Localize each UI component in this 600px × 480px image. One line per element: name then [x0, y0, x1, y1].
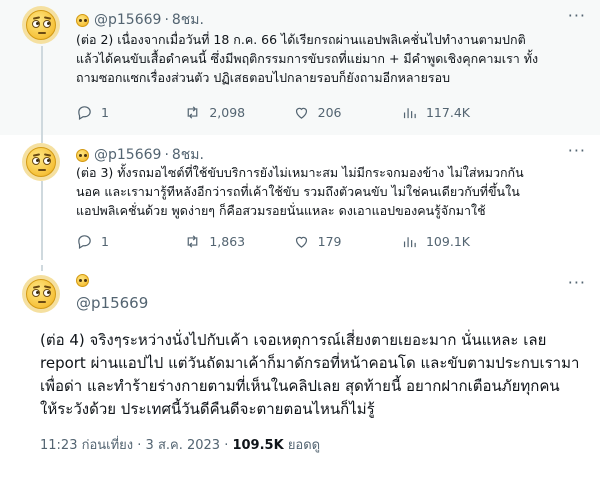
- tweet-actions: 1 1,863 179 109.1K: [76, 233, 496, 250]
- main-tweet: @p15669 ··· (ต่อ 4) จริงๆระหว่างนั่งไปกั…: [0, 265, 600, 480]
- reply-count: 1: [101, 234, 109, 249]
- worried-face-icon: [26, 10, 56, 40]
- tweet-1[interactable]: @p15669 · 8ชม. ··· (ต่อ 2) เนื่องจากเมื่…: [0, 0, 600, 135]
- tweet-text-line: report ผ่านแอปไป แต่วันถัดมาเค้าก็มาดักร…: [40, 354, 580, 372]
- view-count: 117.4K: [425, 105, 470, 120]
- worried-face-icon: [26, 279, 56, 309]
- views-label: ยอดดู: [287, 438, 321, 453]
- tweet-text-line: ถามซอกแซกเรื่องส่วนตัว ปฏิเสธตอบไปกลายรอ…: [76, 70, 451, 85]
- retweet-button[interactable]: 2,098: [184, 104, 279, 121]
- thread-line: [41, 135, 43, 143]
- view-count: 109.5K: [232, 438, 284, 453]
- thread-line: [41, 181, 43, 260]
- worried-face-icon: [26, 147, 56, 177]
- retweet-button[interactable]: 1,863: [184, 233, 279, 250]
- tweet-handle[interactable]: @p15669: [94, 147, 161, 163]
- reply-button[interactable]: 1: [76, 233, 171, 250]
- tweet-time[interactable]: 8ชม.: [172, 9, 204, 31]
- tweet-metadata: 11:23 ก่อนเที่ยง · 3 ส.ค. 2023 · 109.5K …: [40, 438, 321, 453]
- more-icon[interactable]: ···: [568, 6, 586, 25]
- display-name-emoji-icon: [76, 274, 89, 287]
- thread-line: [41, 46, 43, 135]
- tweet-time[interactable]: 11:23 ก่อนเที่ยง: [40, 438, 133, 453]
- thread-line: [41, 265, 43, 271]
- tweet-text-line: แอปพลิเคชั่นด้วย พูดง่ายๆ ก็คือสวมรอยนั่…: [76, 203, 486, 218]
- tweet-date[interactable]: 3 ส.ค. 2023: [146, 438, 221, 453]
- view-count: 109.1K: [425, 234, 470, 249]
- like-count: 179: [317, 234, 342, 249]
- tweet-text-line: เพื่อด่า และทำร้ายร่างกายตามที่เห็นในคลิ…: [40, 377, 560, 395]
- avatar[interactable]: [22, 275, 60, 313]
- display-name-emoji-icon: [76, 13, 89, 27]
- display-name[interactable]: [76, 272, 94, 291]
- more-icon[interactable]: ···: [568, 273, 586, 292]
- tweet-2[interactable]: @p15669 · 8ชม. ··· (ต่อ 3) ทั้งรถมอไซต์ท…: [0, 135, 600, 260]
- tweet-handle[interactable]: @p15669: [94, 12, 161, 28]
- tweet-text-line: แล้วได้คนขับเสื้อดำคนนี้ ซึ่งมีพฤติกรรมก…: [76, 51, 539, 66]
- heart-icon: [295, 107, 307, 119]
- more-icon[interactable]: ···: [568, 141, 586, 160]
- views-chart-icon: [403, 237, 416, 248]
- retweet-icon: [187, 106, 198, 119]
- retweet-count: 1,863: [209, 234, 246, 249]
- tweet-text: (ต่อ 3) ทั้งรถมอไซต์ที่ใช้ขับบริการยังไม…: [76, 163, 586, 220]
- avatar[interactable]: [22, 6, 60, 44]
- tweet-text: (ต่อ 2) เนื่องจากเมื่อวันที่ 18 ก.ค. 66 …: [76, 30, 586, 87]
- tweet-text-line: นอค และเรามารู้ทีหลังอีกว่ารถที่เค้าใช้ข…: [76, 184, 520, 199]
- avatar[interactable]: [22, 143, 60, 181]
- tweet-actions: 1 2,098 206 117.4K: [76, 104, 496, 121]
- reply-button[interactable]: 1: [76, 104, 171, 121]
- reply-count: 1: [101, 105, 109, 120]
- tweet-handle[interactable]: @p15669: [76, 294, 148, 312]
- like-count: 206: [317, 105, 342, 120]
- tweet-text-line: (ต่อ 4) จริงๆระหว่างนั่งไปกับเค้า เจอเหต…: [40, 331, 547, 349]
- tweet-text-line: (ต่อ 2) เนื่องจากเมื่อวันที่ 18 ก.ค. 66 …: [76, 32, 526, 47]
- tweet-header: @p15669 · 8ชม.: [76, 9, 204, 31]
- like-button[interactable]: 206: [293, 104, 388, 121]
- tweet-text: (ต่อ 4) จริงๆระหว่างนั่งไปกับเค้า เจอเหต…: [40, 329, 585, 421]
- views-chart-icon: [403, 108, 416, 119]
- tweet-text-line: ให้ระวังด้วย ประเทศนี้วันดีคืนดีจะตายตอน…: [40, 400, 375, 418]
- retweet-count: 2,098: [209, 105, 246, 120]
- heart-icon: [295, 236, 307, 248]
- reply-icon: [78, 235, 91, 249]
- like-button[interactable]: 179: [293, 233, 388, 250]
- retweet-icon: [187, 235, 198, 248]
- views-button[interactable]: 109.1K: [401, 233, 496, 250]
- display-name-emoji-icon: [76, 148, 89, 162]
- tweet-text-line: (ต่อ 3) ทั้งรถมอไซต์ที่ใช้ขับบริการยังไม…: [76, 165, 524, 180]
- reply-icon: [78, 106, 91, 120]
- views-button[interactable]: 117.4K: [401, 104, 496, 121]
